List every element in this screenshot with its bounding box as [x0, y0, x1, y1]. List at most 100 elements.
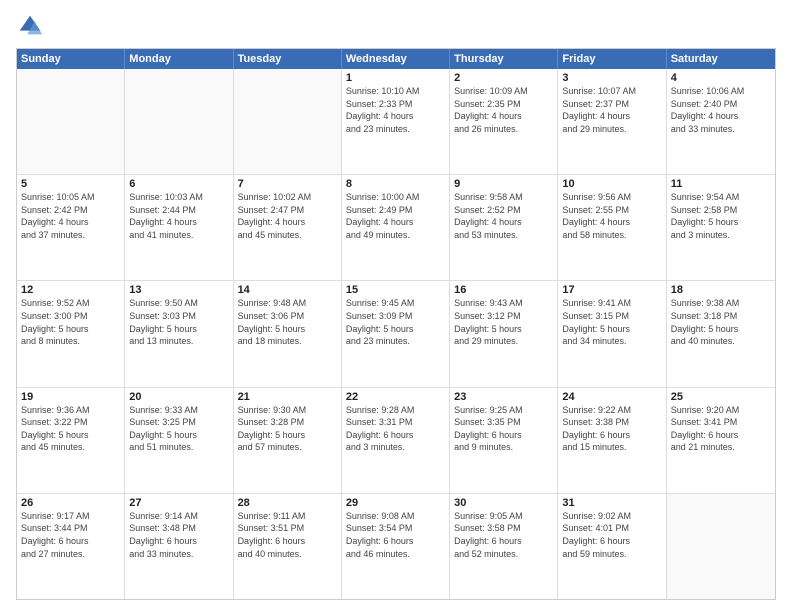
day-number: 28 [238, 497, 337, 509]
calendar-cell [125, 69, 233, 174]
day-number: 13 [129, 284, 228, 296]
calendar-cell: 4Sunrise: 10:06 AM Sunset: 2:40 PM Dayli… [667, 69, 775, 174]
calendar-cell [234, 69, 342, 174]
calendar-header: SundayMondayTuesdayWednesdayThursdayFrid… [17, 49, 775, 69]
day-number: 21 [238, 391, 337, 403]
day-number: 17 [562, 284, 661, 296]
weekday-header: Saturday [667, 49, 775, 69]
day-info: Sunrise: 10:02 AM Sunset: 2:47 PM Daylig… [238, 191, 337, 241]
day-number: 2 [454, 72, 553, 84]
day-info: Sunrise: 9:54 AM Sunset: 2:58 PM Dayligh… [671, 191, 771, 241]
weekday-header: Friday [558, 49, 666, 69]
calendar-row: 19Sunrise: 9:36 AM Sunset: 3:22 PM Dayli… [17, 388, 775, 494]
day-number: 10 [562, 178, 661, 190]
calendar-cell: 11Sunrise: 9:54 AM Sunset: 2:58 PM Dayli… [667, 175, 775, 280]
day-number: 29 [346, 497, 445, 509]
calendar-cell: 18Sunrise: 9:38 AM Sunset: 3:18 PM Dayli… [667, 281, 775, 386]
calendar-cell: 22Sunrise: 9:28 AM Sunset: 3:31 PM Dayli… [342, 388, 450, 493]
day-info: Sunrise: 10:09 AM Sunset: 2:35 PM Daylig… [454, 85, 553, 135]
weekday-header: Tuesday [234, 49, 342, 69]
day-number: 19 [21, 391, 120, 403]
day-info: Sunrise: 9:28 AM Sunset: 3:31 PM Dayligh… [346, 404, 445, 454]
day-info: Sunrise: 9:36 AM Sunset: 3:22 PM Dayligh… [21, 404, 120, 454]
calendar-cell: 16Sunrise: 9:43 AM Sunset: 3:12 PM Dayli… [450, 281, 558, 386]
day-info: Sunrise: 9:45 AM Sunset: 3:09 PM Dayligh… [346, 297, 445, 347]
calendar-row: 5Sunrise: 10:05 AM Sunset: 2:42 PM Dayli… [17, 175, 775, 281]
day-number: 27 [129, 497, 228, 509]
calendar-cell: 5Sunrise: 10:05 AM Sunset: 2:42 PM Dayli… [17, 175, 125, 280]
calendar-cell: 29Sunrise: 9:08 AM Sunset: 3:54 PM Dayli… [342, 494, 450, 599]
day-number: 23 [454, 391, 553, 403]
calendar-cell: 17Sunrise: 9:41 AM Sunset: 3:15 PM Dayli… [558, 281, 666, 386]
calendar-cell: 1Sunrise: 10:10 AM Sunset: 2:33 PM Dayli… [342, 69, 450, 174]
day-info: Sunrise: 9:33 AM Sunset: 3:25 PM Dayligh… [129, 404, 228, 454]
day-info: Sunrise: 9:20 AM Sunset: 3:41 PM Dayligh… [671, 404, 771, 454]
day-number: 3 [562, 72, 661, 84]
calendar-cell: 12Sunrise: 9:52 AM Sunset: 3:00 PM Dayli… [17, 281, 125, 386]
calendar-cell: 19Sunrise: 9:36 AM Sunset: 3:22 PM Dayli… [17, 388, 125, 493]
day-number: 18 [671, 284, 771, 296]
calendar-cell: 13Sunrise: 9:50 AM Sunset: 3:03 PM Dayli… [125, 281, 233, 386]
calendar-cell: 25Sunrise: 9:20 AM Sunset: 3:41 PM Dayli… [667, 388, 775, 493]
day-info: Sunrise: 10:07 AM Sunset: 2:37 PM Daylig… [562, 85, 661, 135]
calendar-row: 26Sunrise: 9:17 AM Sunset: 3:44 PM Dayli… [17, 494, 775, 599]
calendar-cell: 6Sunrise: 10:03 AM Sunset: 2:44 PM Dayli… [125, 175, 233, 280]
calendar-cell: 7Sunrise: 10:02 AM Sunset: 2:47 PM Dayli… [234, 175, 342, 280]
day-info: Sunrise: 9:52 AM Sunset: 3:00 PM Dayligh… [21, 297, 120, 347]
day-number: 20 [129, 391, 228, 403]
day-number: 26 [21, 497, 120, 509]
day-info: Sunrise: 9:38 AM Sunset: 3:18 PM Dayligh… [671, 297, 771, 347]
page: SundayMondayTuesdayWednesdayThursdayFrid… [0, 0, 792, 612]
calendar-cell: 8Sunrise: 10:00 AM Sunset: 2:49 PM Dayli… [342, 175, 450, 280]
calendar-cell [667, 494, 775, 599]
calendar-cell: 27Sunrise: 9:14 AM Sunset: 3:48 PM Dayli… [125, 494, 233, 599]
day-number: 12 [21, 284, 120, 296]
day-info: Sunrise: 9:05 AM Sunset: 3:58 PM Dayligh… [454, 510, 553, 560]
calendar-cell: 21Sunrise: 9:30 AM Sunset: 3:28 PM Dayli… [234, 388, 342, 493]
day-number: 16 [454, 284, 553, 296]
day-info: Sunrise: 9:08 AM Sunset: 3:54 PM Dayligh… [346, 510, 445, 560]
logo-icon [16, 12, 44, 40]
calendar-cell: 28Sunrise: 9:11 AM Sunset: 3:51 PM Dayli… [234, 494, 342, 599]
day-number: 5 [21, 178, 120, 190]
day-info: Sunrise: 9:17 AM Sunset: 3:44 PM Dayligh… [21, 510, 120, 560]
calendar-cell: 26Sunrise: 9:17 AM Sunset: 3:44 PM Dayli… [17, 494, 125, 599]
weekday-header: Sunday [17, 49, 125, 69]
day-number: 15 [346, 284, 445, 296]
weekday-header: Wednesday [342, 49, 450, 69]
calendar-cell: 23Sunrise: 9:25 AM Sunset: 3:35 PM Dayli… [450, 388, 558, 493]
calendar-cell: 30Sunrise: 9:05 AM Sunset: 3:58 PM Dayli… [450, 494, 558, 599]
day-number: 25 [671, 391, 771, 403]
day-number: 24 [562, 391, 661, 403]
day-number: 8 [346, 178, 445, 190]
day-info: Sunrise: 9:25 AM Sunset: 3:35 PM Dayligh… [454, 404, 553, 454]
day-number: 22 [346, 391, 445, 403]
calendar: SundayMondayTuesdayWednesdayThursdayFrid… [16, 48, 776, 600]
day-number: 6 [129, 178, 228, 190]
day-info: Sunrise: 9:22 AM Sunset: 3:38 PM Dayligh… [562, 404, 661, 454]
day-info: Sunrise: 10:03 AM Sunset: 2:44 PM Daylig… [129, 191, 228, 241]
day-number: 14 [238, 284, 337, 296]
calendar-body: 1Sunrise: 10:10 AM Sunset: 2:33 PM Dayli… [17, 69, 775, 599]
day-info: Sunrise: 9:41 AM Sunset: 3:15 PM Dayligh… [562, 297, 661, 347]
logo [16, 12, 48, 40]
day-info: Sunrise: 9:43 AM Sunset: 3:12 PM Dayligh… [454, 297, 553, 347]
weekday-header: Thursday [450, 49, 558, 69]
calendar-row: 1Sunrise: 10:10 AM Sunset: 2:33 PM Dayli… [17, 69, 775, 175]
calendar-cell: 2Sunrise: 10:09 AM Sunset: 2:35 PM Dayli… [450, 69, 558, 174]
calendar-row: 12Sunrise: 9:52 AM Sunset: 3:00 PM Dayli… [17, 281, 775, 387]
day-info: Sunrise: 9:02 AM Sunset: 4:01 PM Dayligh… [562, 510, 661, 560]
day-number: 4 [671, 72, 771, 84]
day-number: 1 [346, 72, 445, 84]
day-info: Sunrise: 9:58 AM Sunset: 2:52 PM Dayligh… [454, 191, 553, 241]
calendar-cell: 14Sunrise: 9:48 AM Sunset: 3:06 PM Dayli… [234, 281, 342, 386]
calendar-cell: 24Sunrise: 9:22 AM Sunset: 3:38 PM Dayli… [558, 388, 666, 493]
day-number: 31 [562, 497, 661, 509]
day-info: Sunrise: 9:11 AM Sunset: 3:51 PM Dayligh… [238, 510, 337, 560]
calendar-cell: 31Sunrise: 9:02 AM Sunset: 4:01 PM Dayli… [558, 494, 666, 599]
day-info: Sunrise: 10:05 AM Sunset: 2:42 PM Daylig… [21, 191, 120, 241]
day-number: 7 [238, 178, 337, 190]
calendar-cell: 15Sunrise: 9:45 AM Sunset: 3:09 PM Dayli… [342, 281, 450, 386]
calendar-cell: 3Sunrise: 10:07 AM Sunset: 2:37 PM Dayli… [558, 69, 666, 174]
day-info: Sunrise: 9:30 AM Sunset: 3:28 PM Dayligh… [238, 404, 337, 454]
